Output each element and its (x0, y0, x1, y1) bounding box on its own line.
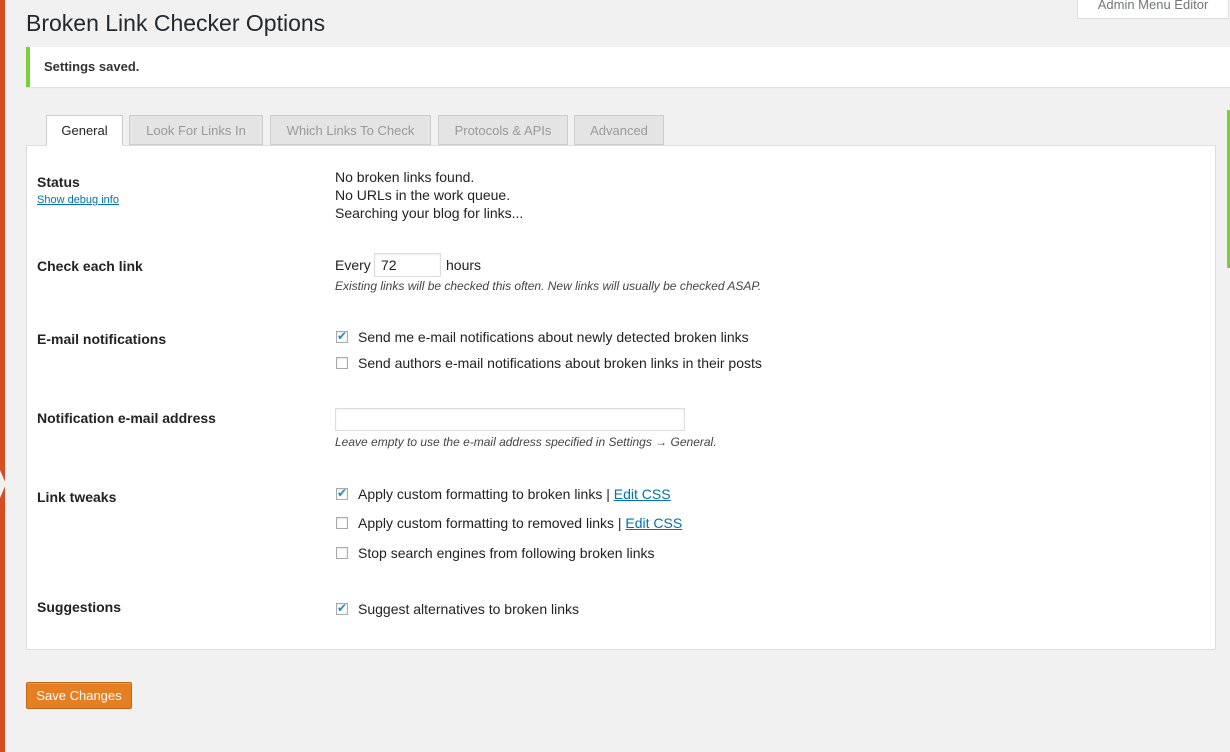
format-removed-links-label: Apply custom formatting to removed links… (358, 515, 683, 531)
format-broken-links-label: Apply custom formatting to broken links … (358, 486, 671, 502)
page-title: Broken Link Checker Options (26, 10, 326, 36)
notification-email-label: Notification e-mail address (37, 410, 216, 426)
tab-protocols-apis[interactable]: Protocols & APIs (438, 115, 568, 145)
check-interval-input[interactable] (374, 253, 441, 277)
status-line-1: No broken links found. (335, 169, 475, 185)
suggest-alternatives-label: Suggest alternatives to broken links (358, 601, 580, 617)
email-notifications-label: E-mail notifications (37, 331, 167, 347)
current-menu-arrow (0, 470, 6, 498)
notify-me-label: Send me e-mail notifications about newly… (358, 329, 749, 345)
notification-email-input[interactable] (335, 408, 685, 431)
format-removed-links-checkbox[interactable] (336, 517, 348, 529)
suggest-alternatives-checkbox[interactable]: ✔ (336, 601, 348, 615)
format-broken-links-checkbox[interactable]: ✔ (336, 486, 348, 500)
save-changes-button[interactable]: Save Changes (26, 682, 132, 709)
edit-css-removed-link[interactable]: Edit CSS (625, 515, 682, 531)
status-label: Status (37, 174, 80, 190)
tab-look-for-links-in[interactable]: Look For Links In (129, 115, 263, 145)
check-interval-note: Existing links will be checked this ofte… (335, 279, 762, 293)
nofollow-broken-links-label: Stop search engines from following broke… (358, 545, 655, 561)
general-settings-panel: Status Show debug info No broken links f… (26, 145, 1216, 650)
check-each-link-label: Check each link (37, 258, 143, 274)
tab-advanced[interactable]: Advanced (574, 115, 664, 145)
notify-authors-label: Send authors e-mail notifications about … (358, 355, 762, 371)
link-tweaks-label: Link tweaks (37, 489, 117, 505)
checkmark-icon: ✔ (337, 486, 348, 500)
notify-authors-checkbox[interactable] (336, 357, 348, 369)
notify-me-checkbox[interactable]: ✔ (336, 329, 348, 343)
nofollow-broken-links-checkbox[interactable] (336, 547, 348, 559)
check-interval-suffix: hours (446, 257, 482, 273)
settings-saved-notice: Settings saved. (26, 47, 1230, 87)
admin-menu-editor-tab[interactable]: Admin Menu Editor (1077, 0, 1229, 19)
notice-text: Settings saved. (44, 59, 140, 74)
tab-which-links-to-check[interactable]: Which Links To Check (270, 115, 431, 145)
show-debug-info-link[interactable]: Show debug info (37, 194, 119, 206)
edit-css-broken-link[interactable]: Edit CSS (614, 486, 671, 502)
notification-email-note: Leave empty to use the e-mail address sp… (335, 435, 717, 449)
admin-sidebar-edge (0, 0, 5, 752)
checkmark-icon: ✔ (337, 601, 348, 615)
check-interval-prefix: Every (335, 257, 371, 273)
checkmark-icon: ✔ (337, 329, 348, 343)
suggestions-label: Suggestions (37, 599, 122, 615)
status-line-2: No URLs in the work queue. (335, 187, 511, 203)
status-line-3: Searching your blog for links... (335, 205, 524, 221)
tab-general[interactable]: General (46, 115, 123, 146)
